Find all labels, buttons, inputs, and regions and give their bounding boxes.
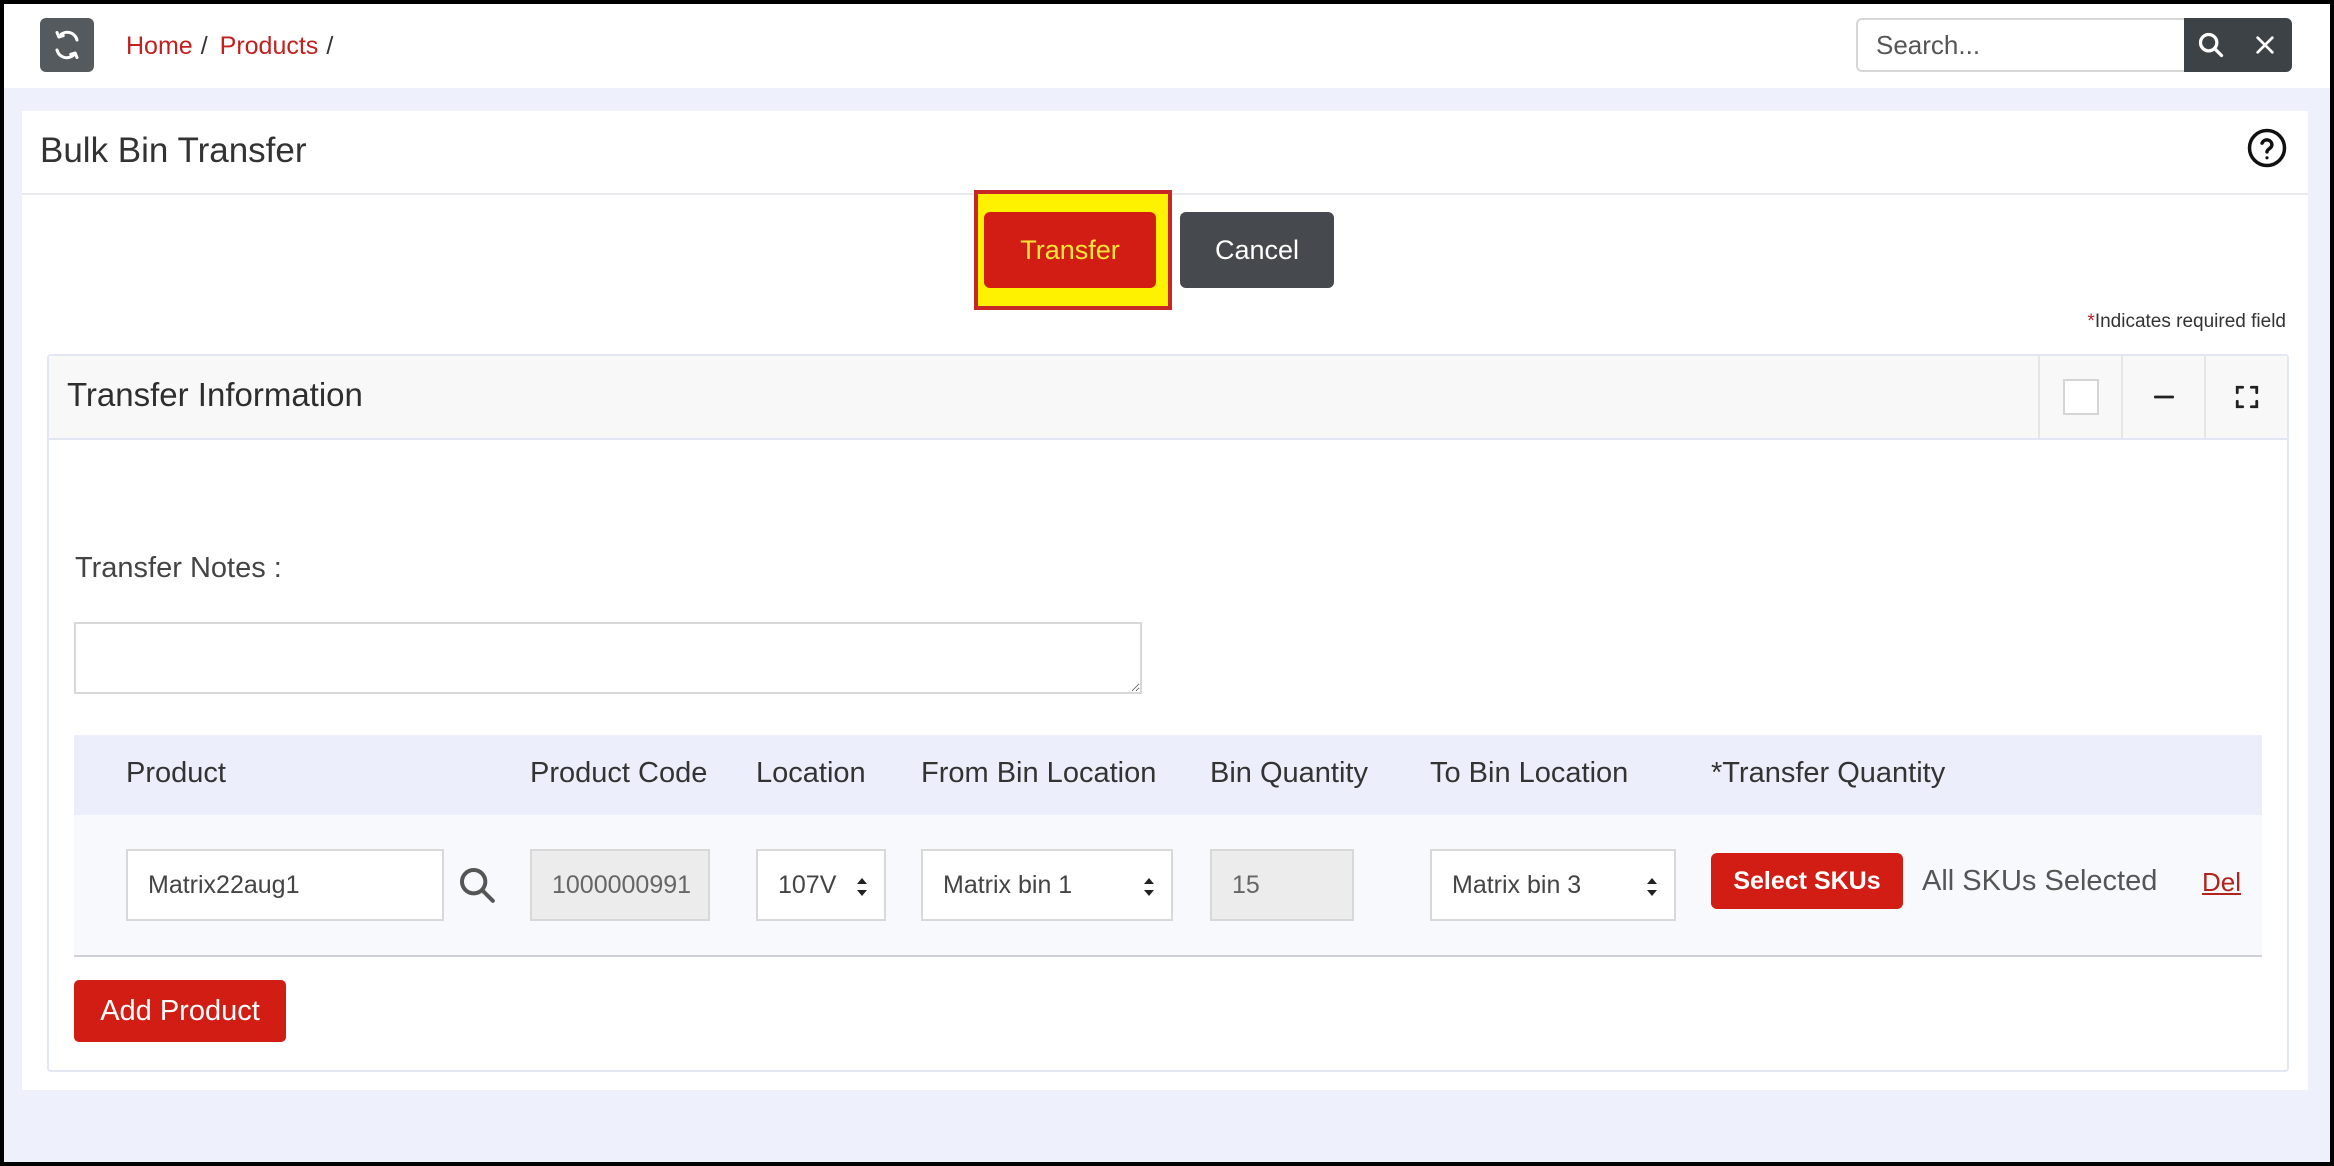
breadcrumb-products[interactable]: Products <box>220 32 319 61</box>
header-transfer-quantity: *Transfer Quantity <box>1711 757 1946 789</box>
product-code-value: 1000000991 <box>552 870 692 899</box>
to-bin-value: Matrix bin 3 <box>1452 870 1582 899</box>
close-icon <box>2256 36 2274 54</box>
clear-search-button[interactable] <box>2238 18 2292 72</box>
search-bar <box>1856 18 2292 72</box>
header-to-bin: To Bin Location <box>1430 757 1629 789</box>
transfer-notes-label: Transfer Notes : <box>75 552 282 584</box>
page-card: Bulk Bin Transfer Transfer Cancel *Indic… <box>22 111 2308 1090</box>
search-icon <box>2198 32 2224 58</box>
header-product-code: Product Code <box>530 757 708 789</box>
panel-minimize-button[interactable] <box>2121 356 2204 438</box>
select-skus-button[interactable]: Select SKUs <box>1711 853 1903 909</box>
transfer-button[interactable]: Transfer <box>984 212 1156 288</box>
add-product-button[interactable]: Add Product <box>74 980 286 1042</box>
panel-header: Transfer Information <box>49 356 2287 440</box>
delete-row-link[interactable]: Del <box>2202 867 2241 898</box>
breadcrumb-home[interactable]: Home <box>126 32 193 61</box>
panel-checkbox[interactable] <box>2062 379 2099 415</box>
bin-quantity-field: 15 <box>1210 849 1354 921</box>
cancel-button[interactable]: Cancel <box>1180 212 1334 288</box>
product-input[interactable]: Matrix22aug1 <box>126 849 444 921</box>
search-input[interactable] <box>1856 18 2184 72</box>
select-arrows-icon <box>857 878 867 896</box>
help-circle-icon[interactable] <box>2246 127 2288 169</box>
product-search-icon[interactable] <box>457 865 497 905</box>
product-value: Matrix22aug1 <box>148 870 300 899</box>
breadcrumb: Home / Products / <box>126 28 345 64</box>
transfer-information-panel: Transfer Information Transfer Notes : Pr… <box>47 354 2289 1072</box>
select-arrows-icon <box>1144 878 1154 896</box>
panel-fullscreen-button[interactable] <box>2204 356 2287 438</box>
breadcrumb-separator: / <box>326 31 334 60</box>
page-header: Bulk Bin Transfer <box>22 111 2308 195</box>
header-location: Location <box>756 757 866 789</box>
bin-quantity-value: 15 <box>1232 870 1260 899</box>
header-product: Product <box>126 757 226 789</box>
required-text: Indicates required field <box>2094 311 2286 332</box>
table-row: Matrix22aug1 1000000991 107V Matrix bin … <box>74 815 2262 957</box>
location-select[interactable]: 107V <box>756 849 886 921</box>
required-field-note: *Indicates required field <box>2087 311 2286 333</box>
from-bin-value: Matrix bin 1 <box>943 870 1073 899</box>
expand-icon <box>2235 385 2258 409</box>
select-arrows-icon <box>1647 878 1657 896</box>
panel-select-toggle[interactable] <box>2038 356 2121 438</box>
skus-status-text: All SKUs Selected <box>1922 865 2158 897</box>
location-value: 107V <box>778 870 837 899</box>
from-bin-select[interactable]: Matrix bin 1 <box>921 849 1173 921</box>
product-code-field: 1000000991 <box>530 849 710 921</box>
page-title: Bulk Bin Transfer <box>40 131 307 170</box>
header-from-bin: From Bin Location <box>921 757 1157 789</box>
panel-tools <box>2038 356 2287 438</box>
transfer-notes-textarea[interactable] <box>74 622 1142 694</box>
top-bar: Home / Products / <box>4 4 2330 88</box>
search-button[interactable] <box>2184 18 2238 72</box>
panel-title: Transfer Information <box>67 376 363 413</box>
required-star: * <box>2087 311 2095 332</box>
header-bin-quantity: Bin Quantity <box>1210 757 1368 789</box>
refresh-button[interactable] <box>40 18 94 72</box>
to-bin-select[interactable]: Matrix bin 3 <box>1430 849 1676 921</box>
minus-icon <box>2153 395 2174 399</box>
breadcrumb-separator: / <box>200 31 208 60</box>
products-table-header: Product Product Code Location From Bin L… <box>74 735 2262 815</box>
refresh-icon <box>55 30 79 60</box>
